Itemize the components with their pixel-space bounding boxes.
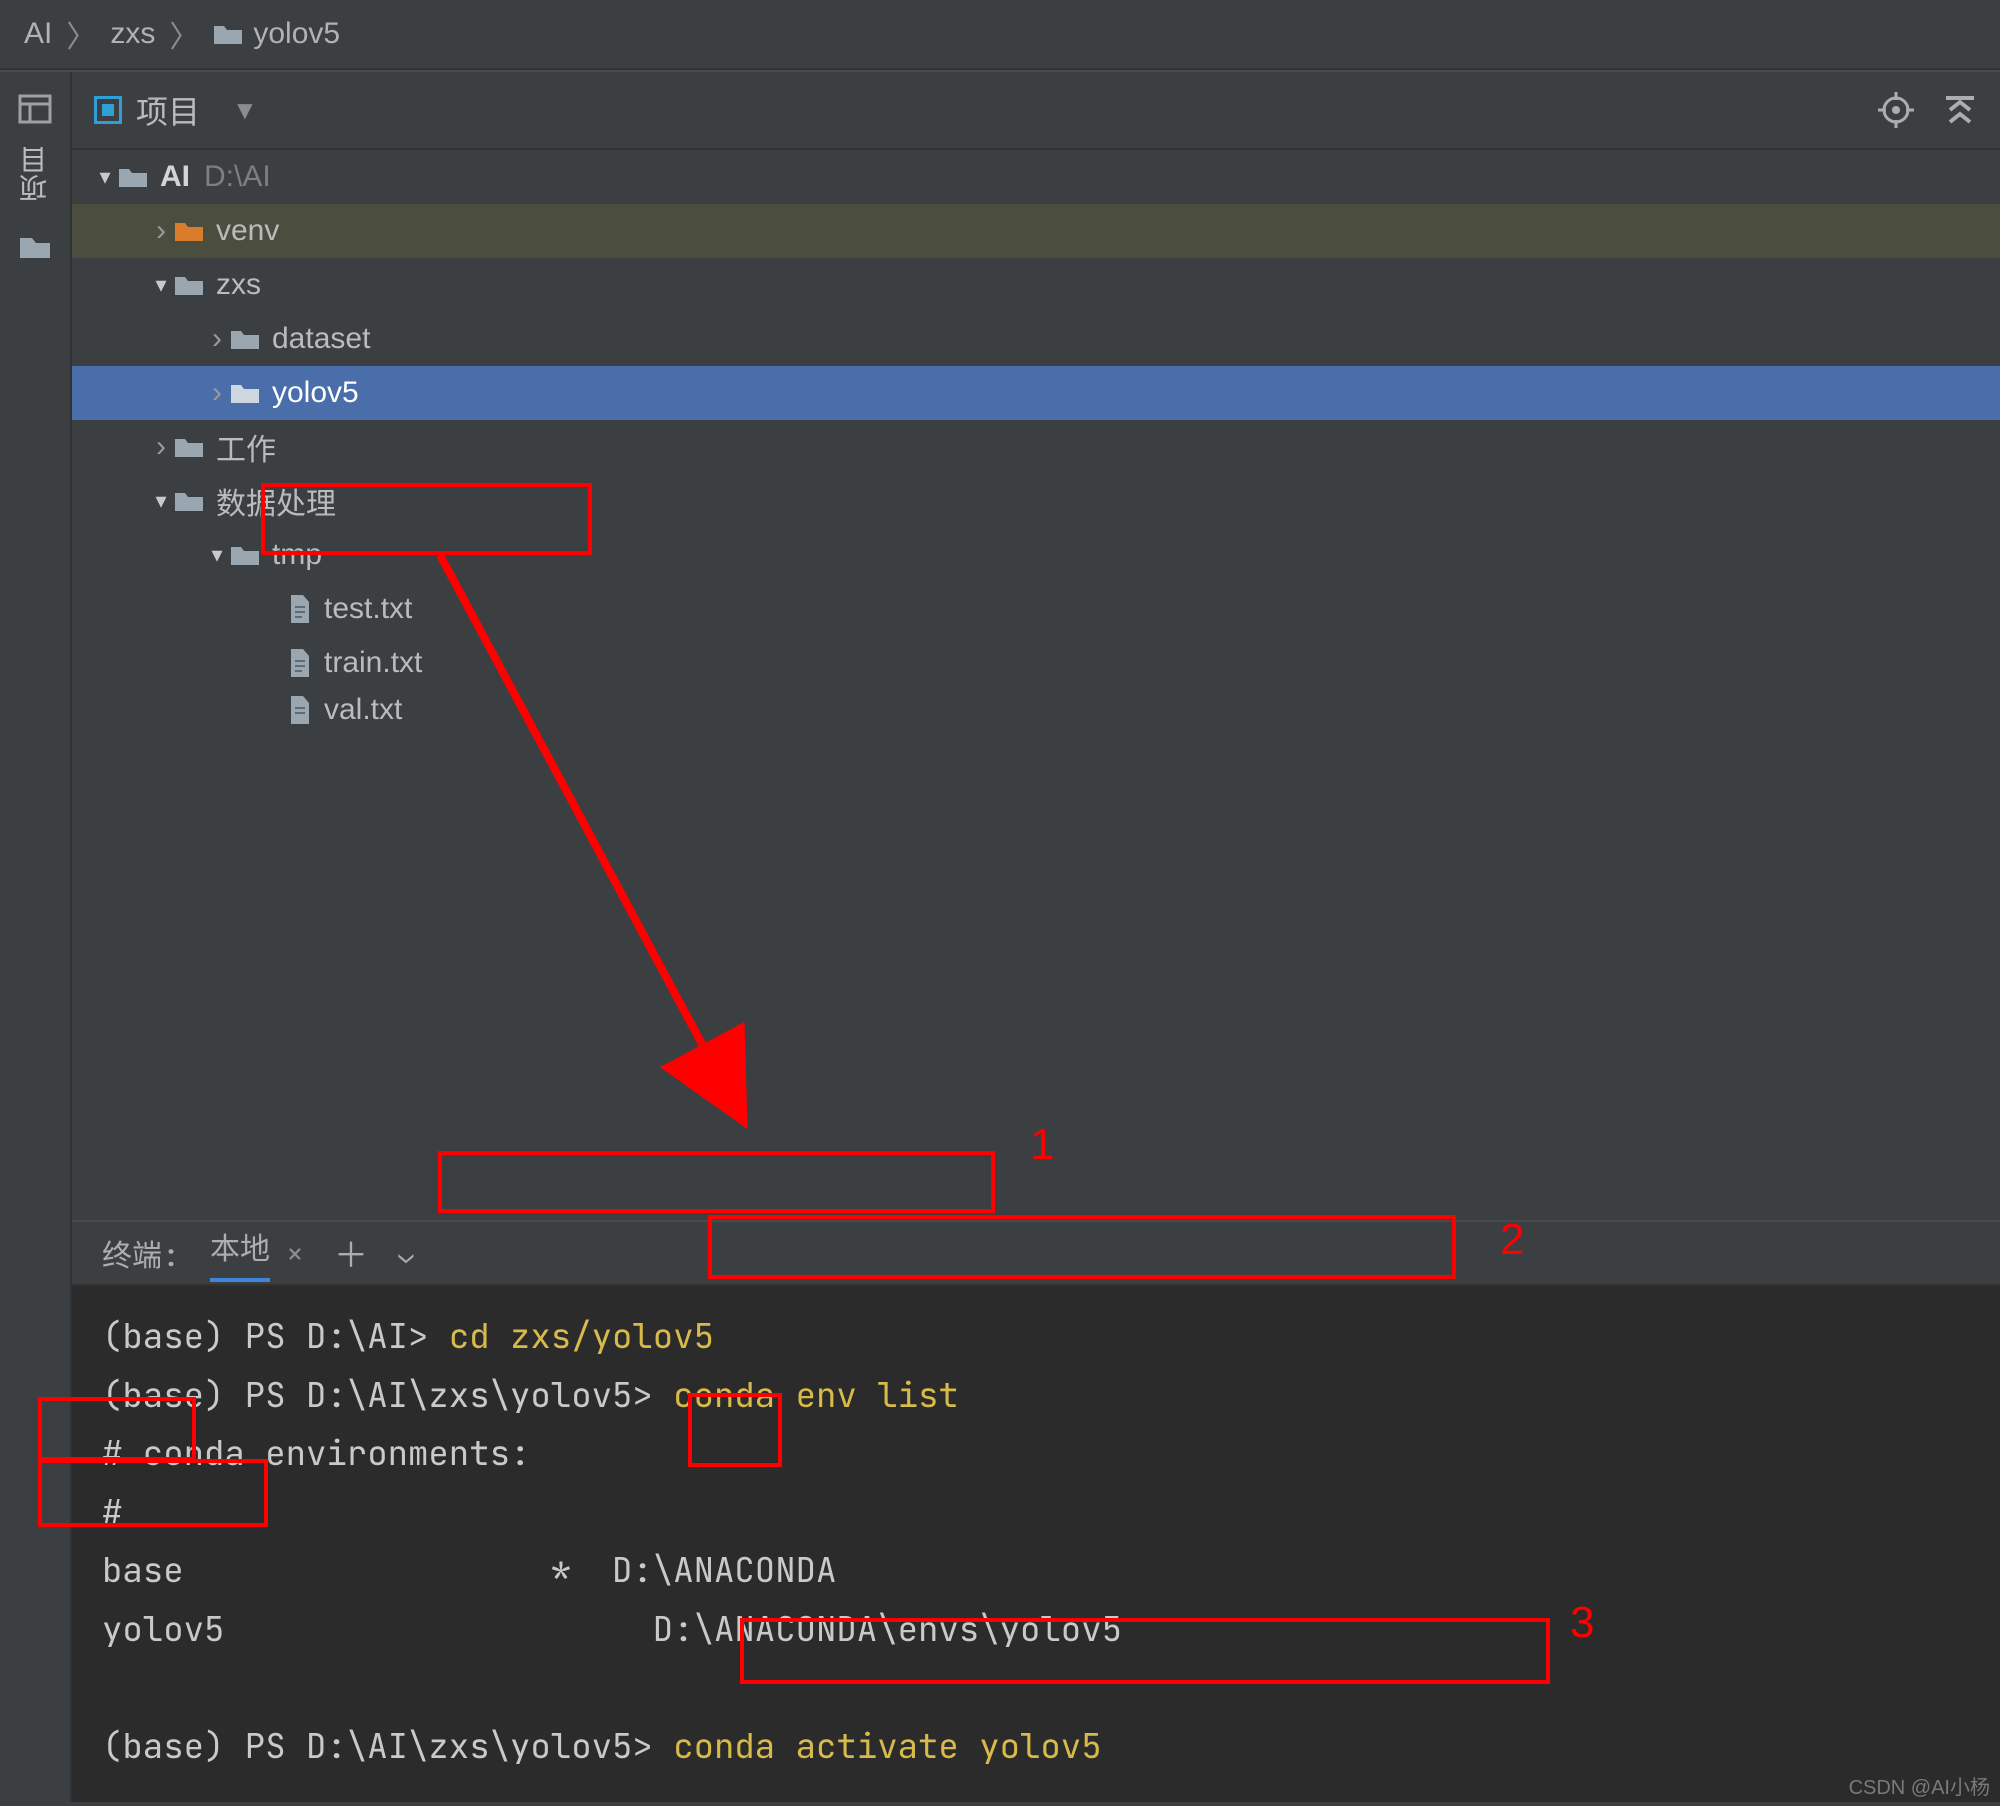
chevron-down-icon[interactable] [204, 542, 230, 568]
tree-item-label: 工作 [216, 425, 276, 469]
close-tab-icon[interactable]: × [286, 1233, 304, 1273]
tree-row-zxs[interactable]: zxs [72, 258, 2000, 312]
chevron-down-icon[interactable] [148, 272, 174, 298]
tree-row-root[interactable]: AI D:\AI [72, 150, 2000, 204]
folder-icon [174, 219, 204, 243]
cmd-conda-list: conda env list [673, 1373, 959, 1418]
chevron-right-icon[interactable] [148, 430, 174, 464]
prompt: (base) PS D:\AI\zxs\yolov5> [102, 1373, 673, 1418]
tree-item-hint: D:\AI [204, 160, 271, 194]
env-path: D:\ANACONDA\envs\yolov5 [224, 1607, 1122, 1652]
collapse-all-icon[interactable] [1942, 92, 1978, 128]
project-panel-header: 项目 ▼ [72, 72, 2000, 150]
project-tree[interactable]: AI D:\AI venv zxs [72, 150, 2000, 1220]
terminal-tab-local[interactable]: 本地 [210, 1224, 270, 1282]
tree-item-label: 数据处理 [216, 479, 336, 523]
chevron-down-icon[interactable] [148, 488, 174, 514]
cmd-conda-activate: conda activate yolov5 [673, 1724, 1101, 1769]
breadcrumb-item-zxs[interactable]: zxs [110, 17, 155, 51]
chevron-right-icon[interactable] [148, 214, 174, 248]
chevron-down-icon[interactable]: ▼ [232, 95, 258, 126]
file-icon [288, 695, 312, 725]
folder-icon [230, 543, 260, 567]
tree-item-label: val.txt [324, 693, 402, 727]
file-icon [288, 594, 312, 624]
terminal-label: 终端: [102, 1231, 180, 1275]
env-path: * D:\ANACONDA [184, 1548, 837, 1593]
chevron-down-icon[interactable]: ⌄ [398, 1236, 414, 1271]
term-line: # [102, 1490, 122, 1535]
tree-item-label: yolov5 [272, 376, 359, 410]
chevron-down-icon[interactable] [92, 164, 118, 190]
tree-item-label: test.txt [324, 592, 412, 626]
term-line: # conda environments: [102, 1431, 530, 1476]
tree-item-label: train.txt [324, 646, 422, 680]
sidebar-project-tab[interactable]: 项目 [15, 146, 55, 202]
folder-icon [174, 489, 204, 513]
tree-item-label: zxs [216, 268, 261, 302]
folder-icon [230, 381, 260, 405]
file-icon [288, 648, 312, 678]
tree-row-train[interactable]: train.txt [72, 636, 2000, 690]
tree-item-label: AI [160, 160, 190, 194]
watermark: CSDN @AI小杨 [1849, 1771, 1990, 1800]
new-tab-icon[interactable]: ＋ [334, 1228, 368, 1278]
breadcrumb-sep-icon: 〉 [66, 12, 96, 56]
left-gutter: 项目 [0, 72, 72, 1806]
breadcrumb-item-ai[interactable]: AI [24, 17, 52, 51]
tree-row-dataproc[interactable]: 数据处理 [72, 474, 2000, 528]
tree-item-label: dataset [272, 322, 370, 356]
terminal-tabs: 终端: 本地 × ＋ ⌄ [72, 1222, 2000, 1286]
folder-icon[interactable] [18, 232, 52, 260]
tree-item-label: tmp [272, 538, 322, 572]
folder-icon [230, 327, 260, 351]
tree-row-val[interactable]: val.txt [72, 690, 2000, 730]
env-yolov5: yolov5 [102, 1607, 224, 1652]
chevron-right-icon[interactable] [204, 322, 230, 356]
tree-item-label: venv [216, 214, 279, 248]
prompt: (base) PS D:\AI> [102, 1314, 449, 1359]
chevron-right-icon[interactable] [204, 376, 230, 410]
folder-icon [213, 22, 243, 46]
bottom-crop [0, 1802, 2000, 1806]
tree-row-work[interactable]: 工作 [72, 420, 2000, 474]
folder-icon [174, 273, 204, 297]
tree-row-venv[interactable]: venv [72, 204, 2000, 258]
tree-row-yolov5[interactable]: yolov5 [72, 366, 2000, 420]
project-view-icon [94, 96, 122, 124]
tree-row-dataset[interactable]: dataset [72, 312, 2000, 366]
folder-icon [118, 165, 148, 189]
tree-row-tmp[interactable]: tmp [72, 528, 2000, 582]
terminal-body[interactable]: (base) PS D:\AI> cd zxs/yolov5 (base) PS… [72, 1286, 2000, 1806]
terminal-panel: 终端: 本地 × ＋ ⌄ (base) PS D:\AI> cd zxs/yol… [72, 1220, 2000, 1806]
target-icon[interactable] [1878, 92, 1914, 128]
breadcrumb-sep-icon: 〉 [169, 12, 199, 56]
project-panel-title[interactable]: 项目 [136, 87, 200, 133]
tree-row-test[interactable]: test.txt [72, 582, 2000, 636]
breadcrumb: AI 〉 zxs 〉 yolov5 [0, 0, 2000, 70]
breadcrumb-item-yolov5[interactable]: yolov5 [253, 17, 340, 51]
prompt: (base) PS D:\AI\zxs\yolov5> [102, 1724, 673, 1769]
env-base: base [102, 1548, 184, 1593]
cmd-cd: cd zxs/yolov5 [449, 1314, 714, 1359]
folder-icon [174, 435, 204, 459]
structure-icon[interactable] [18, 94, 52, 124]
